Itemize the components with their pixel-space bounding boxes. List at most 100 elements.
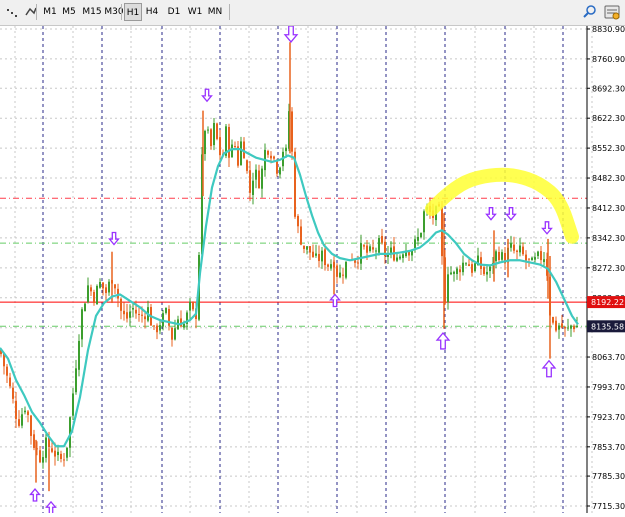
price-axis-label: 7993.70	[592, 383, 625, 392]
search-icon[interactable]	[582, 3, 598, 21]
candle-body	[66, 447, 68, 458]
candle-body	[213, 122, 215, 146]
candle-body	[27, 411, 29, 415]
candle-body	[144, 316, 146, 320]
candle-body	[465, 263, 467, 265]
price-axis-label: 8063.70	[592, 353, 625, 362]
timeframe-button-m15[interactable]: M15	[81, 3, 103, 21]
candle-body	[276, 160, 278, 174]
price-axis-label: 8830.90	[592, 26, 625, 34]
candle-body	[234, 146, 236, 148]
candle-body	[498, 251, 500, 261]
highlight-layer	[425, 167, 579, 244]
settings-icon[interactable]	[603, 3, 621, 21]
signal-arrow-up-10	[45, 500, 57, 515]
candle-body	[171, 327, 173, 340]
price-axis-label: 8692.30	[592, 84, 625, 93]
candle-body	[564, 326, 566, 329]
candle-body	[531, 257, 533, 261]
candle-body	[423, 211, 425, 233]
candles-layer	[0, 42, 578, 492]
candle-body	[537, 251, 539, 257]
candle-body	[414, 239, 416, 249]
candle-body	[159, 325, 161, 331]
candle-body	[270, 155, 272, 159]
candle-body	[540, 251, 542, 261]
candle-body	[6, 366, 8, 376]
candle-body	[408, 251, 410, 256]
candle-body	[165, 307, 167, 313]
toolbar-separator	[121, 4, 122, 20]
candle-body	[174, 328, 176, 340]
menu-icon[interactable]	[4, 3, 20, 21]
timeframe-button-mn[interactable]: MN	[206, 3, 224, 21]
candle-body	[363, 245, 365, 247]
candle-body	[321, 250, 323, 262]
candle-body	[315, 253, 317, 256]
candle-body	[459, 269, 461, 273]
candle-body	[417, 236, 419, 241]
candle-body	[51, 448, 53, 452]
candle-body	[60, 453, 62, 460]
candle-body	[510, 243, 512, 248]
candle-body	[567, 327, 569, 329]
candle-body	[573, 326, 575, 330]
toolbar-separator	[229, 4, 230, 20]
candle-body	[153, 325, 155, 327]
candle-body	[558, 325, 560, 330]
candle-body	[90, 287, 92, 292]
price-label-text-1: 8135.58	[591, 322, 624, 331]
candle-body	[78, 340, 80, 370]
candle-body	[249, 170, 251, 193]
candle-body	[396, 257, 398, 261]
candle-body	[471, 264, 473, 273]
candle-body	[336, 265, 338, 277]
candle-body	[483, 267, 485, 275]
candle-body	[84, 303, 86, 312]
candle-body	[366, 245, 368, 253]
timeframe-button-m1[interactable]: M1	[41, 3, 59, 21]
candle-body	[561, 323, 563, 328]
candle-body	[102, 282, 104, 289]
candle-body	[312, 251, 314, 258]
candle-body	[375, 250, 377, 252]
candle-body	[495, 251, 497, 262]
candle-body	[258, 170, 260, 189]
candle-body	[576, 325, 578, 328]
candle-body	[30, 415, 32, 436]
candle-body	[525, 254, 527, 261]
candle-body	[330, 264, 332, 269]
price-chart[interactable]: 8830.90 8760.90 8692.30 8622.30 8552.30 8482.…	[0, 25, 625, 515]
highlight-arc	[425, 167, 579, 244]
candle-body	[75, 368, 77, 393]
timeframe-button-h4[interactable]: H4	[143, 3, 161, 21]
candle-body	[450, 272, 452, 275]
candle-body	[240, 141, 242, 165]
price-axis-label: 8552.30	[592, 144, 625, 153]
candle-body	[468, 264, 470, 267]
timeframe-button-h1[interactable]: H1	[124, 3, 142, 21]
signal-arrow-up-6	[329, 293, 341, 308]
price-axis-label: 8272.30	[592, 264, 625, 273]
timeframe-button-d1[interactable]: D1	[165, 3, 183, 21]
candle-body	[501, 252, 503, 260]
candle-body	[15, 400, 17, 419]
candle-body	[306, 246, 308, 250]
candle-body	[72, 393, 74, 416]
candle-body	[420, 232, 422, 238]
timeframe-button-w1[interactable]: W1	[186, 3, 204, 21]
price-axis-label: 8622.30	[592, 114, 625, 123]
candle-body	[129, 311, 131, 318]
chart-canvas: 8830.90 8760.90 8692.30 8622.30 8552.30 8482.…	[0, 25, 625, 515]
timeframe-button-m5[interactable]: M5	[60, 3, 78, 21]
candle-body	[372, 247, 374, 250]
candle-body	[120, 298, 122, 311]
candle-body	[516, 250, 518, 252]
candle-body	[132, 307, 134, 310]
candle-body	[123, 310, 125, 315]
candle-body	[297, 215, 299, 227]
candle-body	[255, 169, 257, 180]
candle-body	[228, 126, 230, 158]
candle-body	[63, 459, 65, 461]
signal-arrow-down-3	[485, 207, 497, 221]
